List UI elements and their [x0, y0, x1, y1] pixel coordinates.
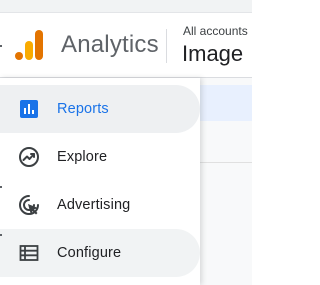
edge-marker	[0, 45, 2, 47]
list-table-icon	[19, 245, 39, 261]
analytics-logo-icon[interactable]	[15, 28, 45, 62]
account-breadcrumb[interactable]: All accounts	[183, 24, 248, 38]
edge-marker	[0, 234, 2, 236]
left-nav-sidebar: Reports Explore Advertising Configure	[0, 78, 200, 285]
explore-trend-icon	[19, 147, 39, 167]
nav-item-advertising[interactable]: Advertising	[0, 181, 200, 229]
nav-item-reports[interactable]: Reports	[0, 85, 200, 133]
app-frame: Analytics All accounts Image Reports Exp…	[0, 0, 252, 285]
property-selector[interactable]: Image	[182, 40, 243, 68]
nav-item-label: Explore	[57, 149, 108, 165]
app-header: Analytics All accounts Image	[0, 13, 252, 78]
nav-item-label: Advertising	[57, 197, 131, 213]
nav-item-label: Configure	[57, 245, 122, 261]
nav-item-configure[interactable]: Configure	[0, 229, 200, 277]
nav-item-label: Reports	[57, 101, 109, 117]
edge-marker	[0, 186, 2, 188]
app-brand-title: Analytics	[61, 31, 159, 58]
header-divider	[166, 29, 167, 63]
nav-item-explore[interactable]: Explore	[0, 133, 200, 181]
content-divider	[200, 162, 252, 163]
content-highlight-row	[200, 85, 252, 121]
advertising-cursor-icon	[19, 195, 39, 215]
browser-top-strip	[0, 0, 252, 13]
bar-chart-icon	[20, 100, 38, 118]
